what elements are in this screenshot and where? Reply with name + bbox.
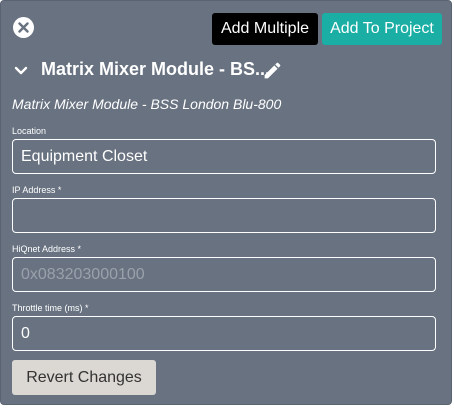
add-to-project-button[interactable]: Add To Project [322,13,442,45]
location-field[interactable] [12,139,436,174]
hiqnet-address-label: HiQnet Address * [12,244,82,254]
hiqnet-address-field[interactable] [12,257,436,292]
close-icon [18,22,29,33]
throttle-time-label: Throttle time (ms) * [12,303,89,313]
ip-address-label: IP Address * [12,185,62,195]
chevron-down-icon[interactable] [13,63,29,79]
ip-address-field[interactable] [12,198,436,233]
close-button[interactable] [13,17,34,38]
pencil-icon[interactable] [262,60,283,81]
module-title: Matrix Mixer Module - BS... [41,59,271,79]
location-label: Location [12,126,47,136]
module-subtitle: Matrix Mixer Module - BSS London Blu-800 [12,96,282,112]
throttle-time-field[interactable] [12,316,436,351]
add-multiple-button[interactable]: Add Multiple [212,13,318,45]
device-panel: Add Multiple Add To Project Matrix Mixer… [0,0,452,405]
revert-changes-button[interactable]: Revert Changes [12,360,156,395]
